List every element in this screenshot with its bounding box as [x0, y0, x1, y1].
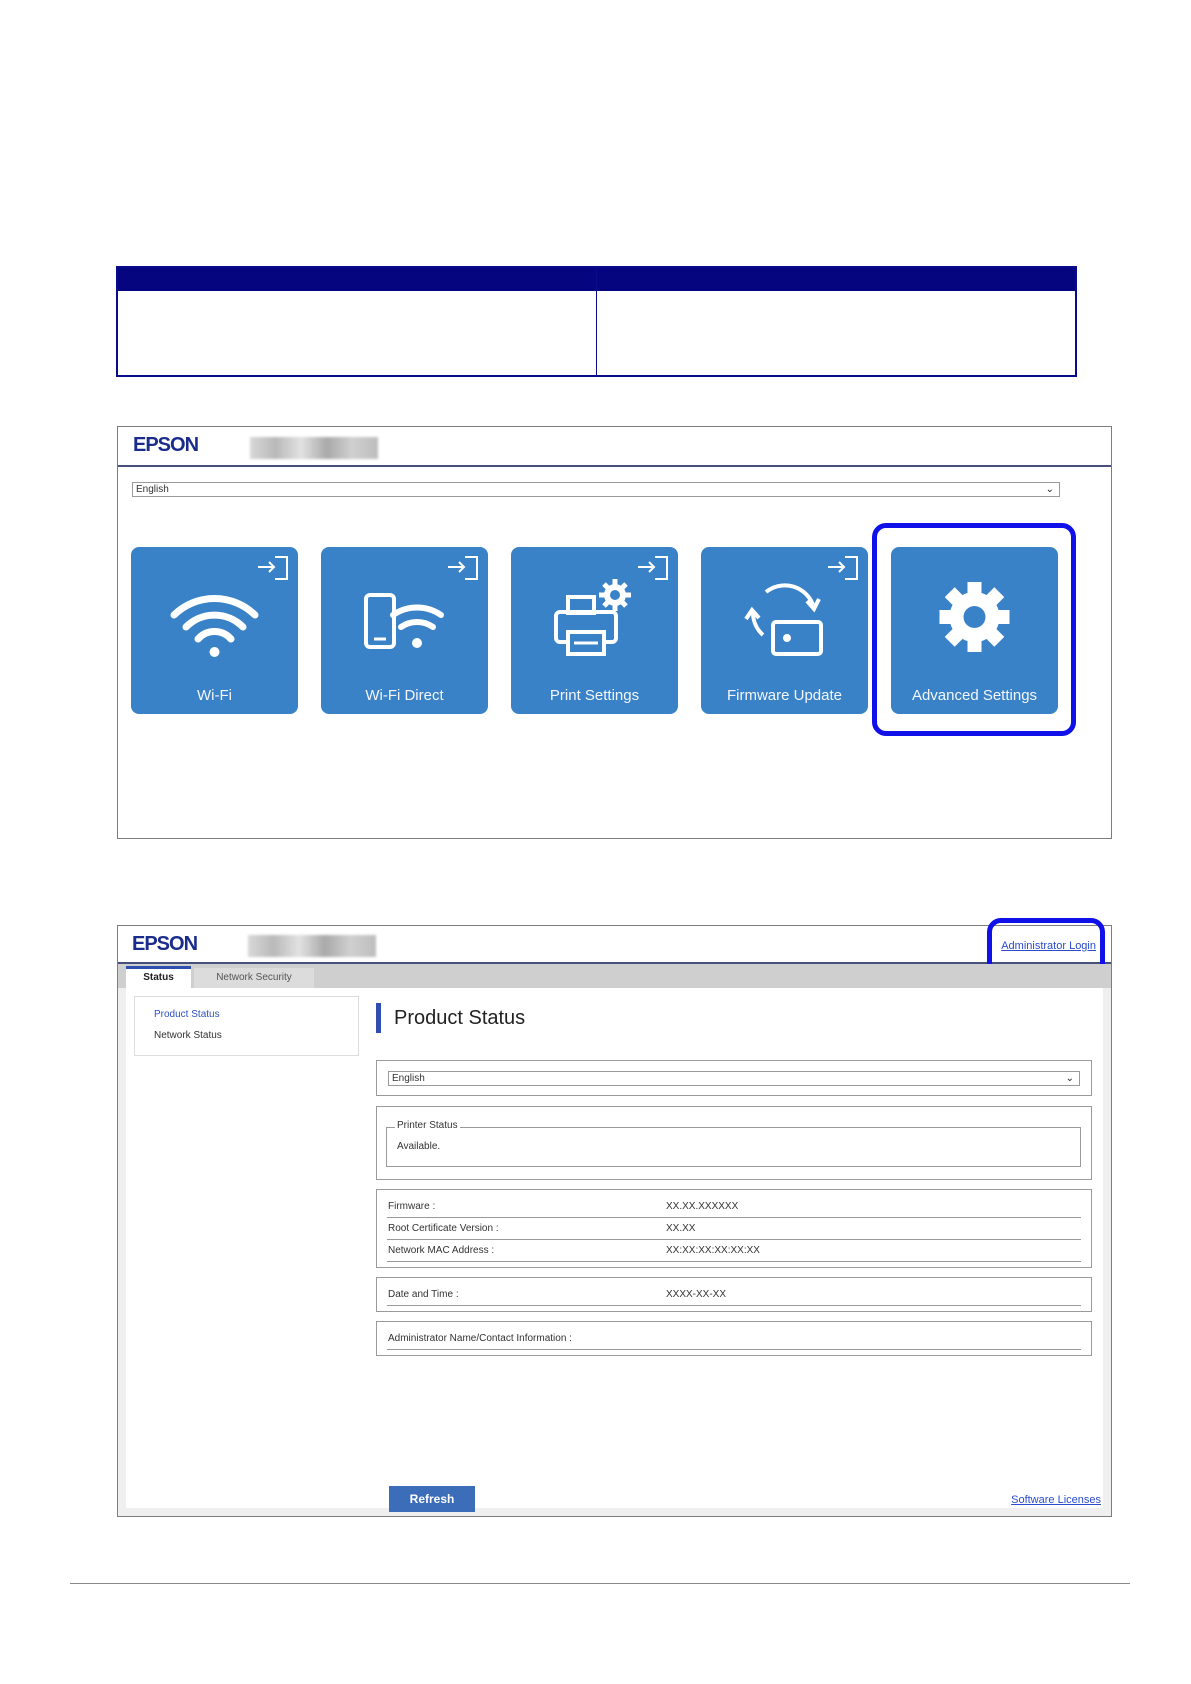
info-value: XX:XX:XX:XX:XX:XX	[666, 1245, 760, 1256]
info-value: XXXX-XX-XX	[666, 1289, 727, 1300]
tile-label: Wi-Fi Direct	[365, 687, 444, 704]
table-cell-right	[597, 291, 1075, 375]
tab-bar: Status Network Security	[118, 964, 1111, 988]
wifi-tile[interactable]: Wi-Fi	[131, 547, 298, 714]
language-select[interactable]: English ⌄	[388, 1071, 1080, 1086]
language-panel: English ⌄	[376, 1060, 1092, 1096]
product-status-screenshot: EPSON Administrator Login Status Network…	[117, 918, 1112, 1517]
device-info-panel: Firmware : XX.XX.XXXXXX Root Certificate…	[376, 1189, 1092, 1268]
epson-logo: EPSON	[133, 434, 199, 456]
table-column-right	[596, 268, 1075, 375]
tile-label: Firmware Update	[726, 687, 843, 704]
tile-label: Wi-Fi	[197, 687, 232, 704]
table-header-right	[597, 268, 1075, 291]
print-settings-tile[interactable]: Print Settings	[511, 547, 678, 714]
blurred-model-name	[248, 935, 376, 957]
table-column-left	[118, 268, 596, 375]
info-key: Root Certificate Version :	[388, 1223, 499, 1234]
epson-logo: EPSON	[132, 933, 198, 955]
blurred-model-name	[250, 437, 378, 459]
info-row: Network MAC Address : XX:XX:XX:XX:XX:XX	[387, 1240, 1081, 1262]
document-table	[116, 266, 1077, 377]
info-row: Firmware : XX.XX.XXXXXX	[387, 1196, 1081, 1218]
date-time-panel: Date and Time : XXXX-XX-XX	[376, 1277, 1092, 1312]
advanced-settings-highlight	[872, 523, 1076, 736]
info-value: XX.XX.XXXXXX	[666, 1201, 739, 1212]
language-value: English	[136, 484, 169, 495]
table-header-left	[118, 268, 596, 291]
tab-status[interactable]: Status	[126, 966, 191, 988]
wifi-direct-tile[interactable]: Wi-Fi Direct	[321, 547, 488, 714]
info-key: Administrator Name/Contact Information :	[388, 1333, 572, 1344]
web-config-home-screenshot: EPSON English ⌄ Wi-Fi Wi-Fi Direct Print…	[117, 426, 1112, 839]
wifi-direct-icon	[364, 593, 444, 649]
header: EPSON Administrator Login	[118, 926, 1111, 964]
language-select[interactable]: English ⌄	[132, 482, 1060, 497]
printer-status-legend: Printer Status	[395, 1120, 460, 1131]
info-row: Administrator Name/Contact Information :	[387, 1328, 1081, 1350]
printer-status-fieldset: Printer Status Available.	[386, 1120, 1081, 1167]
firmware-update-icon	[744, 583, 823, 656]
chevron-down-icon: ⌄	[1045, 484, 1054, 495]
administrator-info-panel: Administrator Name/Contact Information :	[376, 1321, 1092, 1356]
firmware-update-tile[interactable]: Firmware Update	[701, 547, 868, 714]
info-value: XX.XX	[666, 1223, 696, 1234]
header: EPSON	[118, 427, 1111, 467]
printer-settings-icon	[554, 579, 631, 656]
info-key: Network MAC Address :	[388, 1245, 495, 1256]
tab-network-security[interactable]: Network Security	[194, 968, 314, 988]
sidebar-item-network-status[interactable]: Network Status	[154, 1030, 222, 1041]
printer-status-value: Available.	[397, 1141, 441, 1152]
info-key: Date and Time :	[388, 1289, 459, 1300]
chevron-down-icon: ⌄	[1065, 1073, 1074, 1084]
table-cell-left	[118, 291, 596, 375]
side-navigation: Product Status Network Status	[134, 996, 359, 1056]
wifi-icon	[170, 595, 259, 657]
info-key: Firmware :	[388, 1201, 436, 1212]
tile-label: Print Settings	[549, 687, 640, 704]
info-row: Root Certificate Version : XX.XX	[387, 1218, 1081, 1240]
page-title: Product Status	[376, 1003, 525, 1033]
sidebar-item-product-status[interactable]: Product Status	[154, 1009, 220, 1020]
refresh-button[interactable]: Refresh	[389, 1486, 475, 1512]
language-value: English	[392, 1073, 425, 1084]
info-row: Date and Time : XXXX-XX-XX	[387, 1284, 1081, 1306]
printer-status-panel: Printer Status Available.	[376, 1106, 1092, 1180]
content-area: Product Status Network Status Product St…	[126, 988, 1103, 1512]
footer-divider	[70, 1583, 1130, 1584]
software-licenses-link[interactable]: Software Licenses	[1011, 1494, 1101, 1506]
